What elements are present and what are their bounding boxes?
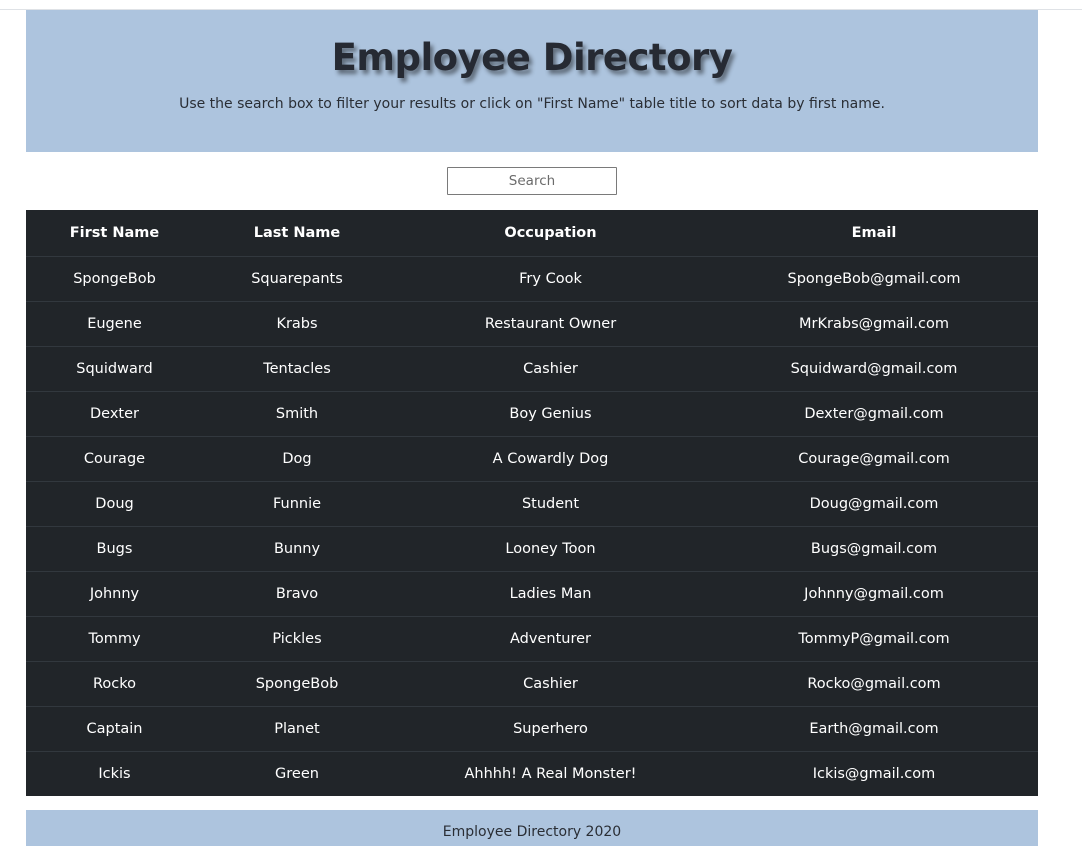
table-row: Johnny Bravo Ladies Man Johnny@gmail.com <box>26 571 1038 617</box>
table-row: Captain Planet Superhero Earth@gmail.com <box>26 706 1038 752</box>
page-footer: Employee Directory 2020 <box>26 810 1038 846</box>
cell-email: Squidward@gmail.com <box>710 346 1038 392</box>
table-row: Courage Dog A Cowardly Dog Courage@gmail.co… <box>26 436 1038 482</box>
cell-email: Bugs@gmail.com <box>710 526 1038 572</box>
cell-last-name: Green <box>275 765 319 782</box>
cell-last-name: Bunny <box>203 526 391 572</box>
table-row: SpongeBob Squarepants Fry Cook SpongeBob@gm… <box>26 256 1038 302</box>
cell-first-name: Bugs <box>26 526 203 572</box>
cell-first-name: Tommy <box>26 616 203 662</box>
cell-first-name: Squidward <box>26 346 203 392</box>
page-header: Employee Directory Use the search box to… <box>26 10 1038 152</box>
cell-occupation: Cashier <box>391 661 710 707</box>
cell-last-name: SpongeBob <box>203 661 391 707</box>
table-row: Bugs Bunny Looney Toon Bugs@gmail.com <box>26 526 1038 572</box>
cell-email: TommyP@gmail.com <box>710 616 1038 662</box>
cell-last-name: Pickles <box>203 616 391 662</box>
search-input[interactable] <box>447 167 617 195</box>
cell-occupation: Looney Toon <box>391 526 710 572</box>
column-header-last-name: Last Name <box>203 210 391 257</box>
cell-occupation: Adventurer <box>391 616 710 662</box>
table-row: Tommy Pickles Adventurer TommyP@gmail.com <box>26 616 1038 662</box>
cell-email: Dexter@gmail.com <box>710 391 1038 437</box>
cell-last-name: Tentacles <box>203 346 391 392</box>
cell-first-name: Eugene <box>26 301 203 347</box>
cell-email: Rocko@gmail.com <box>710 661 1038 707</box>
cell-first-name: Rocko <box>26 661 203 707</box>
cell-first-name: Doug <box>26 481 203 527</box>
cell-email: Earth@gmail.com <box>710 706 1038 752</box>
column-header-first-name[interactable]: First Name <box>26 210 203 257</box>
cell-email: MrKrabs@gmail.com <box>710 301 1038 347</box>
cell-first-name: Johnny <box>26 571 203 617</box>
table-row: Squidward Tentacles Cashier Squidward@gmail… <box>26 346 1038 392</box>
cell-occupation: Student <box>391 481 710 527</box>
table-body: SpongeBob Squarepants Fry Cook SpongeBob@gm… <box>26 256 1038 796</box>
cell-email: Doug@gmail.com <box>710 481 1038 527</box>
table-row: Eugene Krabs Restaurant Owner MrKrabs@gmail… <box>26 301 1038 347</box>
cell-email: Johnny@gmail.com <box>710 571 1038 617</box>
cell-first-name: Captain <box>26 706 203 752</box>
cell-email: SpongeBob@gmail.com <box>710 256 1038 302</box>
column-header-occupation: Occupation <box>391 210 710 257</box>
cell-first-name: Courage <box>26 436 203 482</box>
cell-last-name: Squarepants <box>203 256 391 302</box>
cell-occupation: Boy Genius <box>391 391 710 437</box>
cell-occupation: Superhero <box>391 706 710 752</box>
search-container <box>447 167 617 195</box>
table-row: Ickis Green Ahhhh! A Real Monster! Ickis@gm… <box>26 751 1038 796</box>
table-row: Rocko SpongeBob Cashier Rocko@gmail.com <box>26 661 1038 707</box>
table-header-row: First Name Last Name Occupation Email <box>26 210 1038 257</box>
cell-first-name: SpongeBob <box>26 256 203 302</box>
table-row: Doug Funnie Student Doug@gmail.com <box>26 481 1038 527</box>
cell-occupation: Fry Cook <box>391 256 710 302</box>
cell-last-name: Smith <box>203 391 391 437</box>
cell-last-name: Krabs <box>203 301 391 347</box>
cell-occupation: Restaurant Owner <box>391 301 710 347</box>
page-instructions: Use the search box to filter your result… <box>179 96 885 112</box>
cell-occupation: Cashier <box>391 346 710 392</box>
cell-last-name: Funnie <box>203 481 391 527</box>
cell-occupation: Ahhhh! A Real Monster! <box>464 765 637 782</box>
cell-email: Courage@gmail.com <box>710 436 1038 482</box>
cell-last-name: Planet <box>203 706 391 752</box>
employee-table: First Name Last Name Occupation Email Sp… <box>26 210 1038 796</box>
cell-last-name: Dog <box>203 436 391 482</box>
cell-occupation: A Cowardly Dog <box>391 436 710 482</box>
cell-occupation: Ladies Man <box>391 571 710 617</box>
column-header-email: Email <box>710 210 1038 257</box>
cell-email: Ickis@gmail.com <box>812 765 936 782</box>
cell-last-name: Bravo <box>203 571 391 617</box>
page-title: Employee Directory <box>331 36 733 79</box>
cell-first-name: Dexter <box>26 391 203 437</box>
table-header: First Name Last Name Occupation Email <box>26 210 1038 257</box>
table-row: Dexter Smith Boy Genius Dexter@gmail.com <box>26 391 1038 437</box>
cell-first-name: Ickis <box>98 765 131 782</box>
footer-text: Employee Directory 2020 <box>442 824 622 840</box>
